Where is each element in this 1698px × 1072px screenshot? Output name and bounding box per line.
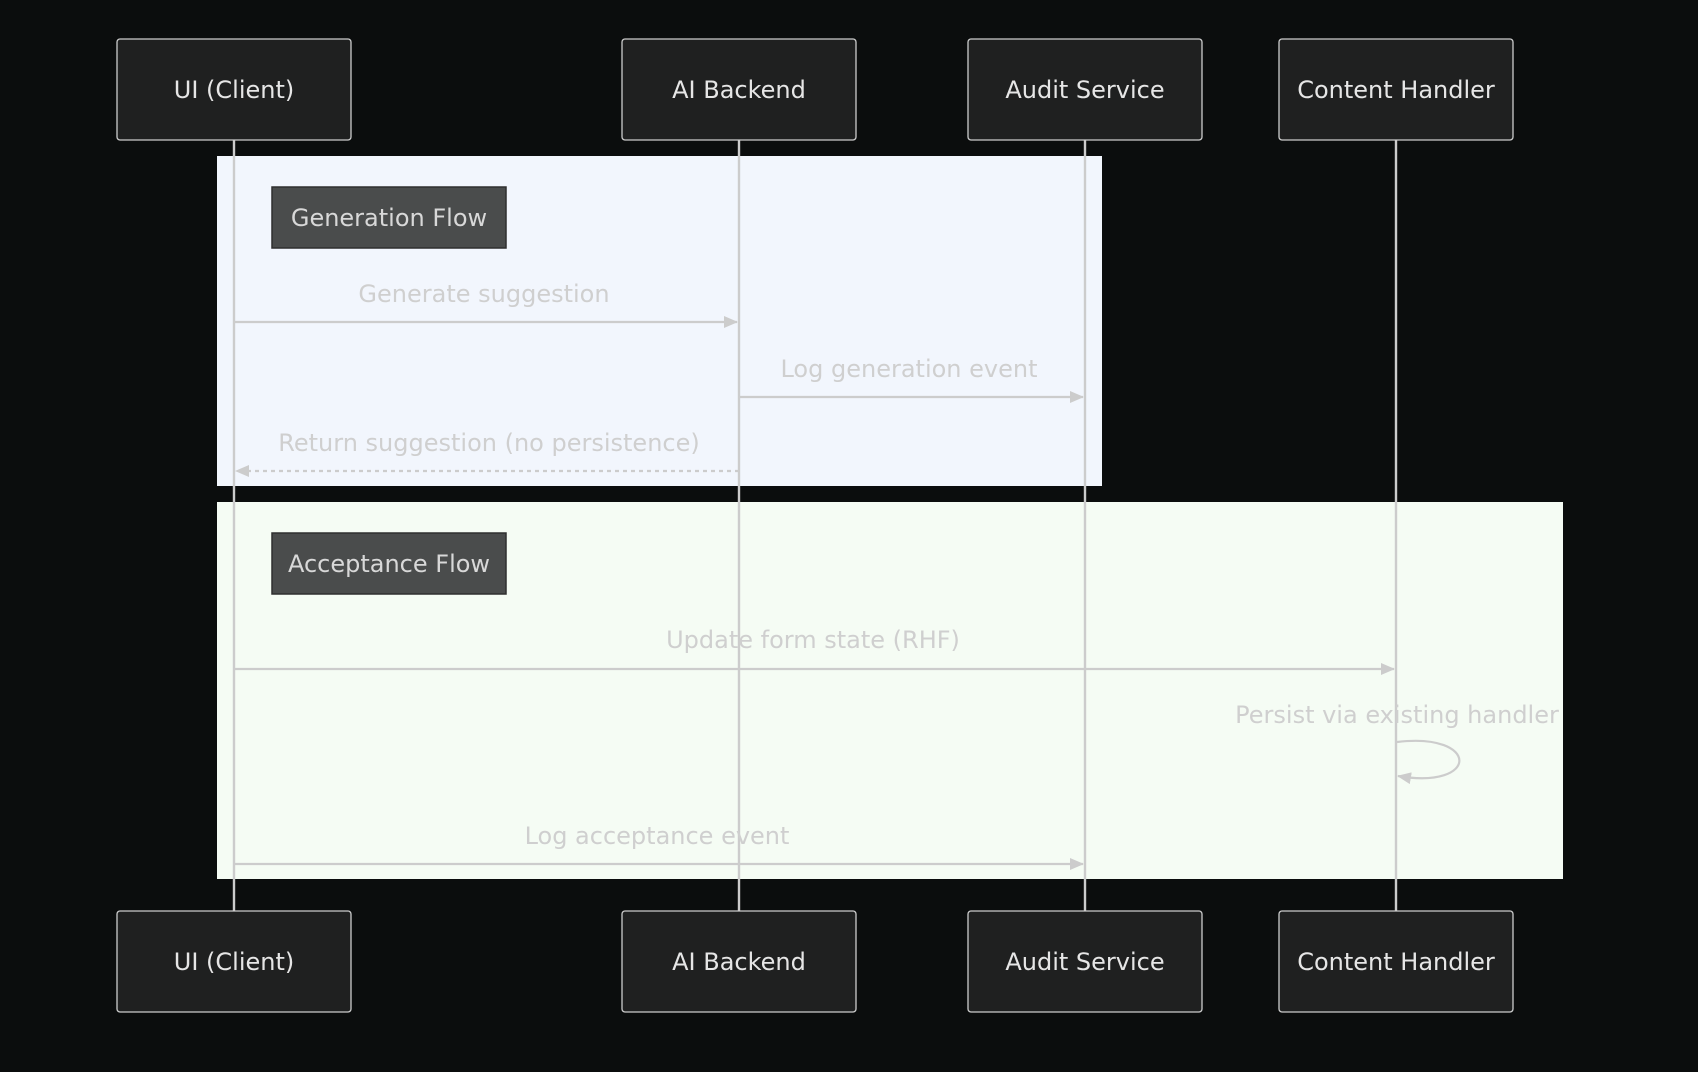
svg-text:Persist via existing handler: Persist via existing handler (1235, 701, 1559, 729)
svg-text:Acceptance Flow: Acceptance Flow (288, 550, 490, 578)
actor-ai-top: AI Backend (621, 38, 857, 141)
svg-text:Update form state (RHF): Update form state (RHF) (666, 626, 960, 654)
generation-flow-label: Generation Flow (271, 186, 507, 249)
svg-text:Content Handler: Content Handler (1297, 76, 1495, 104)
svg-text:AI Backend: AI Backend (672, 76, 806, 104)
svg-text:Generation Flow: Generation Flow (291, 204, 487, 232)
actor-content-top: Content Handler (1278, 38, 1514, 141)
acceptance-flow-label: Acceptance Flow (271, 532, 507, 595)
actor-ai-bottom: AI Backend (621, 910, 857, 1013)
actor-content-bottom: Content Handler (1278, 910, 1514, 1013)
svg-text:Generate suggestion: Generate suggestion (358, 280, 609, 308)
svg-text:UI (Client): UI (Client) (174, 76, 294, 104)
svg-text:Content Handler: Content Handler (1297, 948, 1495, 976)
svg-text:Return suggestion (no persiste: Return suggestion (no persistence) (278, 429, 699, 457)
svg-text:AI Backend: AI Backend (672, 948, 806, 976)
svg-text:Log generation event: Log generation event (780, 355, 1037, 383)
svg-text:Audit Service: Audit Service (1005, 948, 1164, 976)
actor-audit-top: Audit Service (967, 38, 1203, 141)
actor-ui-top: UI (Client) (116, 38, 352, 141)
svg-text:Log acceptance event: Log acceptance event (525, 822, 790, 850)
actor-audit-bottom: Audit Service (967, 910, 1203, 1013)
actor-ui-bottom: UI (Client) (116, 910, 352, 1013)
sequence-diagram: Generation Flow Acceptance Flow Generate… (116, 38, 1563, 1013)
svg-text:Audit Service: Audit Service (1005, 76, 1164, 104)
svg-text:UI (Client): UI (Client) (174, 948, 294, 976)
